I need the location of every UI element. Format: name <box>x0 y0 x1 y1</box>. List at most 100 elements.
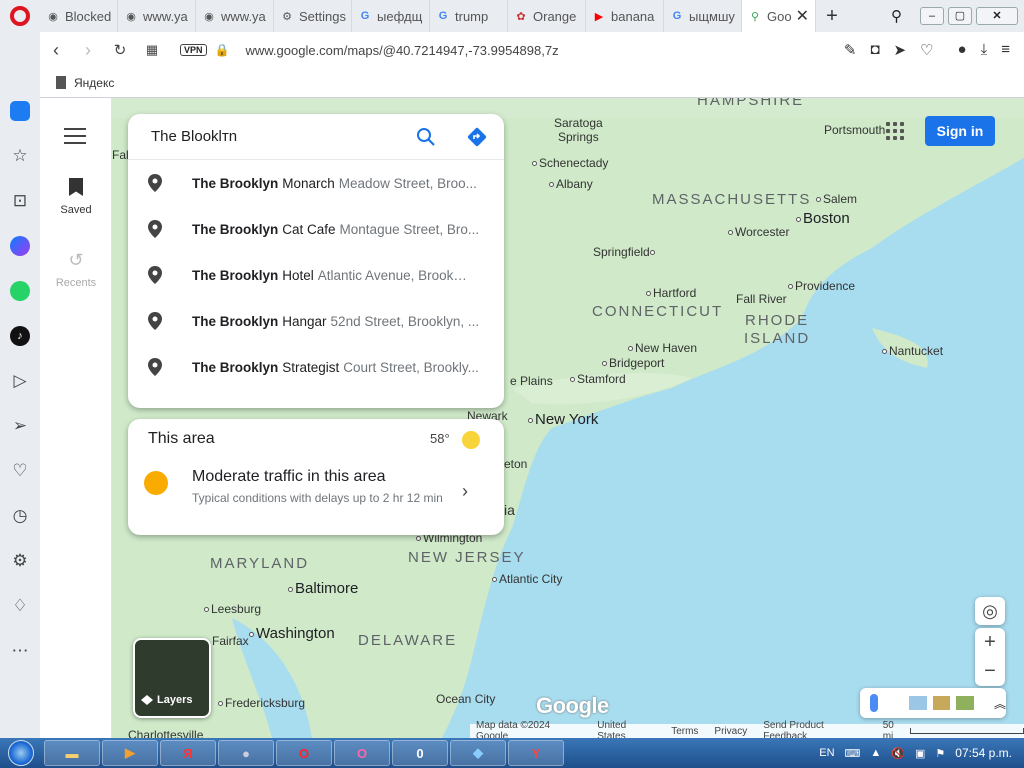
reload-button[interactable]: ↻ <box>104 41 136 59</box>
privacy-link[interactable]: Privacy <box>714 726 747 737</box>
clock[interactable]: 07:54 p.m. <box>955 746 1012 760</box>
language-indicator[interactable]: EN <box>819 747 834 759</box>
directions-icon[interactable] <box>466 126 488 148</box>
tab-settings[interactable]: ⚙ Settings <box>274 0 352 32</box>
saved-button[interactable]: Saved <box>40 178 112 216</box>
tab-google-search-3[interactable]: Gыщмшу <box>664 0 742 32</box>
vpn-badge[interactable]: VPN <box>180 44 207 56</box>
close-tab-icon[interactable]: ✕ <box>796 6 809 26</box>
map-label-worcester: Worcester <box>728 225 789 239</box>
sidebar-star-icon[interactable]: ☆ <box>0 133 40 178</box>
google-icon: G <box>672 10 682 22</box>
taskbar-yandex-browser[interactable]: Y <box>508 740 564 766</box>
minimize-button[interactable]: – <box>920 7 944 25</box>
yandex-browser-icon: Y <box>531 745 541 761</box>
back-button[interactable]: ‹ <box>40 40 72 61</box>
search-icon[interactable] <box>416 127 436 147</box>
network-icon[interactable]: ▣ <box>915 747 925 760</box>
volume-icon[interactable]: 🔇 <box>891 747 905 760</box>
zoom-in-button[interactable]: + <box>975 628 1005 657</box>
keyboard-icon[interactable]: ⌨ <box>845 747 861 760</box>
taskbar-yandex[interactable]: Я <box>160 740 216 766</box>
zoom-out-button[interactable]: − <box>975 657 1005 686</box>
flag-icon[interactable]: ⚑ <box>935 747 945 760</box>
tab-google-maps[interactable]: ⚲ Goo ✕ <box>742 0 816 32</box>
start-button[interactable] <box>0 738 42 768</box>
suggestion-item[interactable]: The Brooklyn Monarch Meadow Street, Broo..… <box>128 160 504 206</box>
tiles-icon[interactable]: ▦ <box>136 42 168 58</box>
recents-button[interactable]: ↺ Recents <box>40 250 112 289</box>
system-tray: EN ⌨ ▲ 🔇 ▣ ⚑ 07:54 p.m. <box>819 746 1024 760</box>
tab-google-search-1[interactable]: Gыефдщ <box>352 0 430 32</box>
app-sphere-icon: ● <box>242 745 250 761</box>
download-icon[interactable]: ⤓ <box>981 41 988 59</box>
sidebar-more-icon[interactable]: ⋯ <box>0 628 40 673</box>
sidebar-send-icon[interactable]: ➢ <box>0 403 40 448</box>
imagery-thumb-3[interactable] <box>956 696 974 710</box>
tab-yandex-2[interactable]: ◉ www.ya <box>196 0 274 32</box>
tab-yandex-1[interactable]: ◉ www.ya <box>118 0 196 32</box>
sidebar-heart-icon[interactable]: ♡ <box>0 448 40 493</box>
maximize-button[interactable]: ▢ <box>948 7 972 25</box>
camera-icon[interactable]: ◘ <box>870 41 879 59</box>
suggestion-item[interactable]: The Brooklyn Hotel Atlantic Avenue, Brookl… <box>128 252 504 298</box>
opera-menu-button[interactable] <box>0 0 40 32</box>
tab-google-search-2[interactable]: Gtrump <box>430 0 508 32</box>
heart-icon[interactable]: ♡ <box>920 41 933 59</box>
map-label-charlottesville: Charlottesville <box>128 728 204 738</box>
easy-setup-icon[interactable]: ≡ <box>1001 41 1010 59</box>
suggestion-item[interactable]: The Brooklyn Strategist Court Street, Broo… <box>128 344 504 390</box>
sidebar-settings-icon[interactable]: ⚙ <box>0 538 40 583</box>
close-window-button[interactable]: ✕ <box>976 7 1018 25</box>
area-info-card[interactable]: This area 58° Moderate traffic in this a… <box>128 419 504 535</box>
lock-icon[interactable]: 🔒 <box>215 43 230 57</box>
taskbar-app-3[interactable]: ◆ <box>450 740 506 766</box>
tab-orange[interactable]: ✿ Orange <box>508 0 586 32</box>
opera-sidebar: ☆ ⊡ ♪ ▷ ➢ ♡ ◷ ⚙ ♢ ⋯ <box>0 32 40 738</box>
document-icon <box>56 76 66 89</box>
imagery-thumb-1[interactable] <box>909 696 927 710</box>
sidebar-whatsapp-icon[interactable] <box>0 268 40 313</box>
suggestion-item[interactable]: The Brooklyn Cat Cafe Montague Street, Bro… <box>128 206 504 252</box>
send-icon[interactable]: ➤ <box>894 41 907 59</box>
chevron-right-icon[interactable]: › <box>462 481 468 502</box>
sign-in-button[interactable]: Sign in <box>925 116 995 146</box>
taskbar-media-player[interactable]: ▶ <box>102 740 158 766</box>
my-location-button[interactable]: ◎ <box>975 597 1005 625</box>
profile-icon[interactable]: ● <box>958 41 967 59</box>
taskbar-app-2[interactable]: 0 <box>392 740 448 766</box>
street-view-controls: ︽ <box>860 688 1006 718</box>
tab-youtube[interactable]: ▶ banana <box>586 0 664 32</box>
forward-button[interactable]: › <box>72 40 104 61</box>
taskbar-opera[interactable]: O <box>276 740 332 766</box>
map-label-ocean-city: Ocean City <box>436 692 496 706</box>
google-apps-icon[interactable] <box>886 122 904 140</box>
tab-search-icon[interactable]: ⚲ <box>891 7 902 25</box>
suggestion-item[interactable]: The Brooklyn Hangar 52nd Street, Brooklyn,… <box>128 298 504 344</box>
sidebar-home-icon[interactable] <box>0 88 40 133</box>
zoom-controls: + − <box>975 628 1005 686</box>
taskbar-app[interactable]: ● <box>218 740 274 766</box>
taskbar-opera-gx[interactable]: O <box>334 740 390 766</box>
sidebar-player-icon[interactable]: ▷ <box>0 358 40 403</box>
opera-gx-icon: O <box>356 745 368 761</box>
imagery-thumb-2[interactable] <box>932 696 951 710</box>
expand-icon[interactable]: ︽ <box>994 695 1006 712</box>
menu-icon[interactable] <box>64 128 86 149</box>
layers-button[interactable]: Layers <box>133 638 211 718</box>
terms-link[interactable]: Terms <box>671 726 698 737</box>
sidebar-messenger-icon[interactable] <box>0 223 40 268</box>
sidebar-tips-icon[interactable]: ♢ <box>0 583 40 628</box>
sidebar-tiktok-icon[interactable]: ♪ <box>0 313 40 358</box>
search-input[interactable] <box>151 128 401 145</box>
bookmark-yandex[interactable]: Яндекс <box>56 76 114 90</box>
sidebar-bag-icon[interactable]: ⊡ <box>0 178 40 223</box>
tray-arrow-icon[interactable]: ▲ <box>870 747 881 759</box>
sidebar-history-icon[interactable]: ◷ <box>0 493 40 538</box>
edit-icon[interactable]: ✎ <box>844 41 857 59</box>
taskbar-explorer[interactable]: ▬ <box>44 740 100 766</box>
tab-blocked[interactable]: ◉ Blocked <box>40 0 118 32</box>
url-field[interactable]: www.google.com/maps/@40.7214947,-73.9954… <box>245 43 558 58</box>
new-tab-button[interactable]: + <box>816 5 848 28</box>
pegman-icon[interactable] <box>870 694 878 712</box>
